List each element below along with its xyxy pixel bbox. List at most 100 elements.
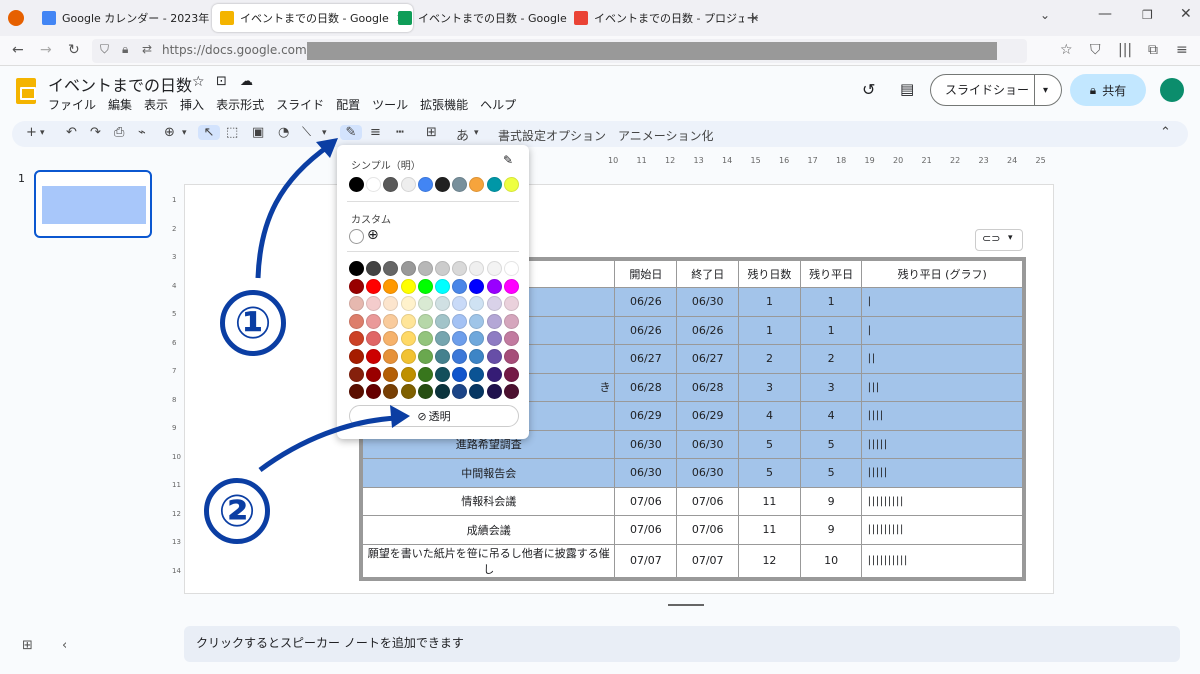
color-swatch[interactable]: [417, 177, 433, 192]
comment-icon[interactable]: ▤: [900, 80, 914, 98]
move-folder-icon[interactable]: ⊡: [216, 74, 227, 89]
table-cell[interactable]: 07/06: [614, 486, 678, 516]
color-swatch[interactable]: [435, 366, 450, 382]
color-swatch[interactable]: [349, 349, 364, 364]
color-swatch[interactable]: [469, 278, 485, 294]
table-cell[interactable]: |: [861, 287, 1025, 317]
color-swatch[interactable]: [400, 261, 416, 276]
select-icon[interactable]: ↖: [198, 125, 220, 140]
new-slide-icon[interactable]: +: [26, 125, 37, 140]
menu-icon[interactable]: ≡: [1176, 42, 1188, 58]
table-header-cell[interactable]: 終了日: [676, 258, 740, 288]
color-swatch[interactable]: [435, 177, 450, 192]
table-cell[interactable]: 9: [799, 515, 863, 545]
color-swatch[interactable]: [503, 278, 519, 294]
custom-color-swatch[interactable]: [349, 229, 364, 244]
chevron-down-icon[interactable]: ▾: [1035, 85, 1048, 96]
menu-item[interactable]: スライド: [276, 96, 324, 113]
chevron-down-icon[interactable]: ▾: [182, 128, 187, 138]
table-cell[interactable]: 9: [799, 486, 863, 516]
table-cell[interactable]: |||||||||: [861, 486, 1025, 516]
table-cell[interactable]: 06/30: [676, 287, 740, 317]
format-options-button[interactable]: 書式設定オプション: [498, 127, 606, 144]
color-swatch[interactable]: [400, 331, 416, 347]
table-cell[interactable]: 12: [738, 543, 801, 579]
color-swatch[interactable]: [383, 384, 399, 400]
color-swatch[interactable]: [469, 384, 485, 400]
table-cell[interactable]: 06/28: [614, 372, 678, 402]
color-swatch[interactable]: [469, 261, 485, 276]
color-swatch[interactable]: [469, 313, 485, 329]
color-swatch[interactable]: [349, 278, 364, 294]
color-swatch[interactable]: [486, 331, 502, 347]
color-swatch[interactable]: [435, 331, 450, 347]
table-row[interactable]: 情報科会議 07/06 07/06 11 9 |||||||||: [360, 486, 1025, 516]
color-swatch[interactable]: [417, 313, 433, 329]
table-cell[interactable]: 5: [738, 458, 801, 488]
table-cell[interactable]: 4: [799, 401, 863, 431]
color-swatch[interactable]: [383, 296, 399, 312]
table-cell[interactable]: 中間報告会: [360, 458, 616, 488]
table-cell[interactable]: 11: [738, 486, 801, 516]
color-swatch[interactable]: [452, 349, 468, 364]
chevron-down-icon[interactable]: ▾: [322, 128, 327, 138]
color-swatch[interactable]: [452, 384, 468, 400]
color-swatch[interactable]: [400, 177, 416, 192]
table-cell[interactable]: 06/27: [676, 344, 740, 374]
color-swatch[interactable]: [400, 278, 416, 294]
table-cell[interactable]: 1: [799, 287, 863, 317]
color-swatch[interactable]: [503, 296, 519, 312]
color-swatch[interactable]: [486, 349, 502, 364]
color-swatch[interactable]: [417, 349, 433, 364]
color-swatch[interactable]: [503, 349, 519, 364]
star-icon[interactable]: ☆: [192, 74, 205, 90]
menu-item[interactable]: ヘルプ: [480, 96, 516, 113]
table-cell[interactable]: 06/26: [614, 287, 678, 317]
undo-icon[interactable]: ↶: [66, 125, 77, 140]
table-cell[interactable]: 07/06: [614, 515, 678, 545]
url-bar[interactable]: ⛉ 🔒︎ ⇄ https://docs.google.com/presentat…: [92, 39, 1027, 63]
table-header-cell[interactable]: 残り平日: [799, 258, 863, 288]
color-swatch[interactable]: [469, 177, 485, 192]
slide-thumbnail[interactable]: [34, 170, 152, 238]
color-swatch[interactable]: [486, 313, 502, 329]
table-cell[interactable]: 07/07: [676, 543, 740, 579]
color-swatch[interactable]: [349, 296, 364, 312]
table-cell[interactable]: ||: [861, 344, 1025, 374]
table-cell[interactable]: 願望を書いた紙片を笹に吊るし他者に披露する催し: [360, 543, 616, 579]
table-cell[interactable]: 11: [738, 515, 801, 545]
table-row[interactable]: 願望を書いた紙片を笹に吊るし他者に披露する催し 07/07 07/07 12 10 |||…: [360, 543, 1025, 579]
paint-format-icon[interactable]: ⌁: [138, 125, 146, 140]
transparent-button[interactable]: ⊘ 透明: [349, 405, 519, 427]
table-cell[interactable]: 5: [799, 429, 863, 459]
image-icon[interactable]: ▣: [252, 125, 264, 140]
table-cell[interactable]: 2: [799, 344, 863, 374]
table-cell[interactable]: 06/30: [614, 429, 678, 459]
table-header-cell[interactable]: 開始日: [614, 258, 678, 288]
color-swatch[interactable]: [366, 349, 382, 364]
collapse-toolbar-icon[interactable]: ⌃: [1160, 125, 1171, 140]
color-swatch[interactable]: [469, 296, 485, 312]
document-title[interactable]: イベントまでの日数: [48, 72, 192, 96]
table-cell[interactable]: |||||||||: [861, 515, 1025, 545]
table-header-cell[interactable]: 残り平日 (グラフ): [861, 258, 1025, 288]
table-header-cell[interactable]: 残り日数: [738, 258, 801, 288]
input-tools-icon[interactable]: あ: [456, 125, 469, 144]
browser-tab[interactable]: イベントまでの日数 - Google スライ✕: [212, 4, 414, 32]
pocket-icon[interactable]: ⛉: [1090, 42, 1101, 58]
fill-color-pencil-icon[interactable]: ✎: [340, 125, 362, 140]
table-cell[interactable]: ||||||||||: [861, 543, 1025, 579]
share-button[interactable]: 🔒︎ 共有: [1070, 74, 1146, 106]
color-swatch[interactable]: [435, 296, 450, 312]
shape-icon[interactable]: ◔: [278, 125, 289, 140]
color-swatch[interactable]: [366, 261, 382, 276]
table-cell[interactable]: 情報科会議: [360, 486, 616, 516]
slide-canvas[interactable]: ⊂⊃ ▾ 開始日 終了日 残り日数 残り平日 残り平日 (グラフ) 06/26 06/30 1…: [184, 184, 1054, 594]
color-swatch[interactable]: [452, 331, 468, 347]
table-cell[interactable]: 06/29: [676, 401, 740, 431]
line-icon[interactable]: ⟍: [302, 125, 311, 140]
table-cell[interactable]: 10: [799, 543, 863, 579]
color-swatch[interactable]: [417, 366, 433, 382]
extensions-icon[interactable]: ⧉: [1148, 42, 1158, 58]
add-custom-color-icon[interactable]: ⊕: [367, 227, 379, 243]
